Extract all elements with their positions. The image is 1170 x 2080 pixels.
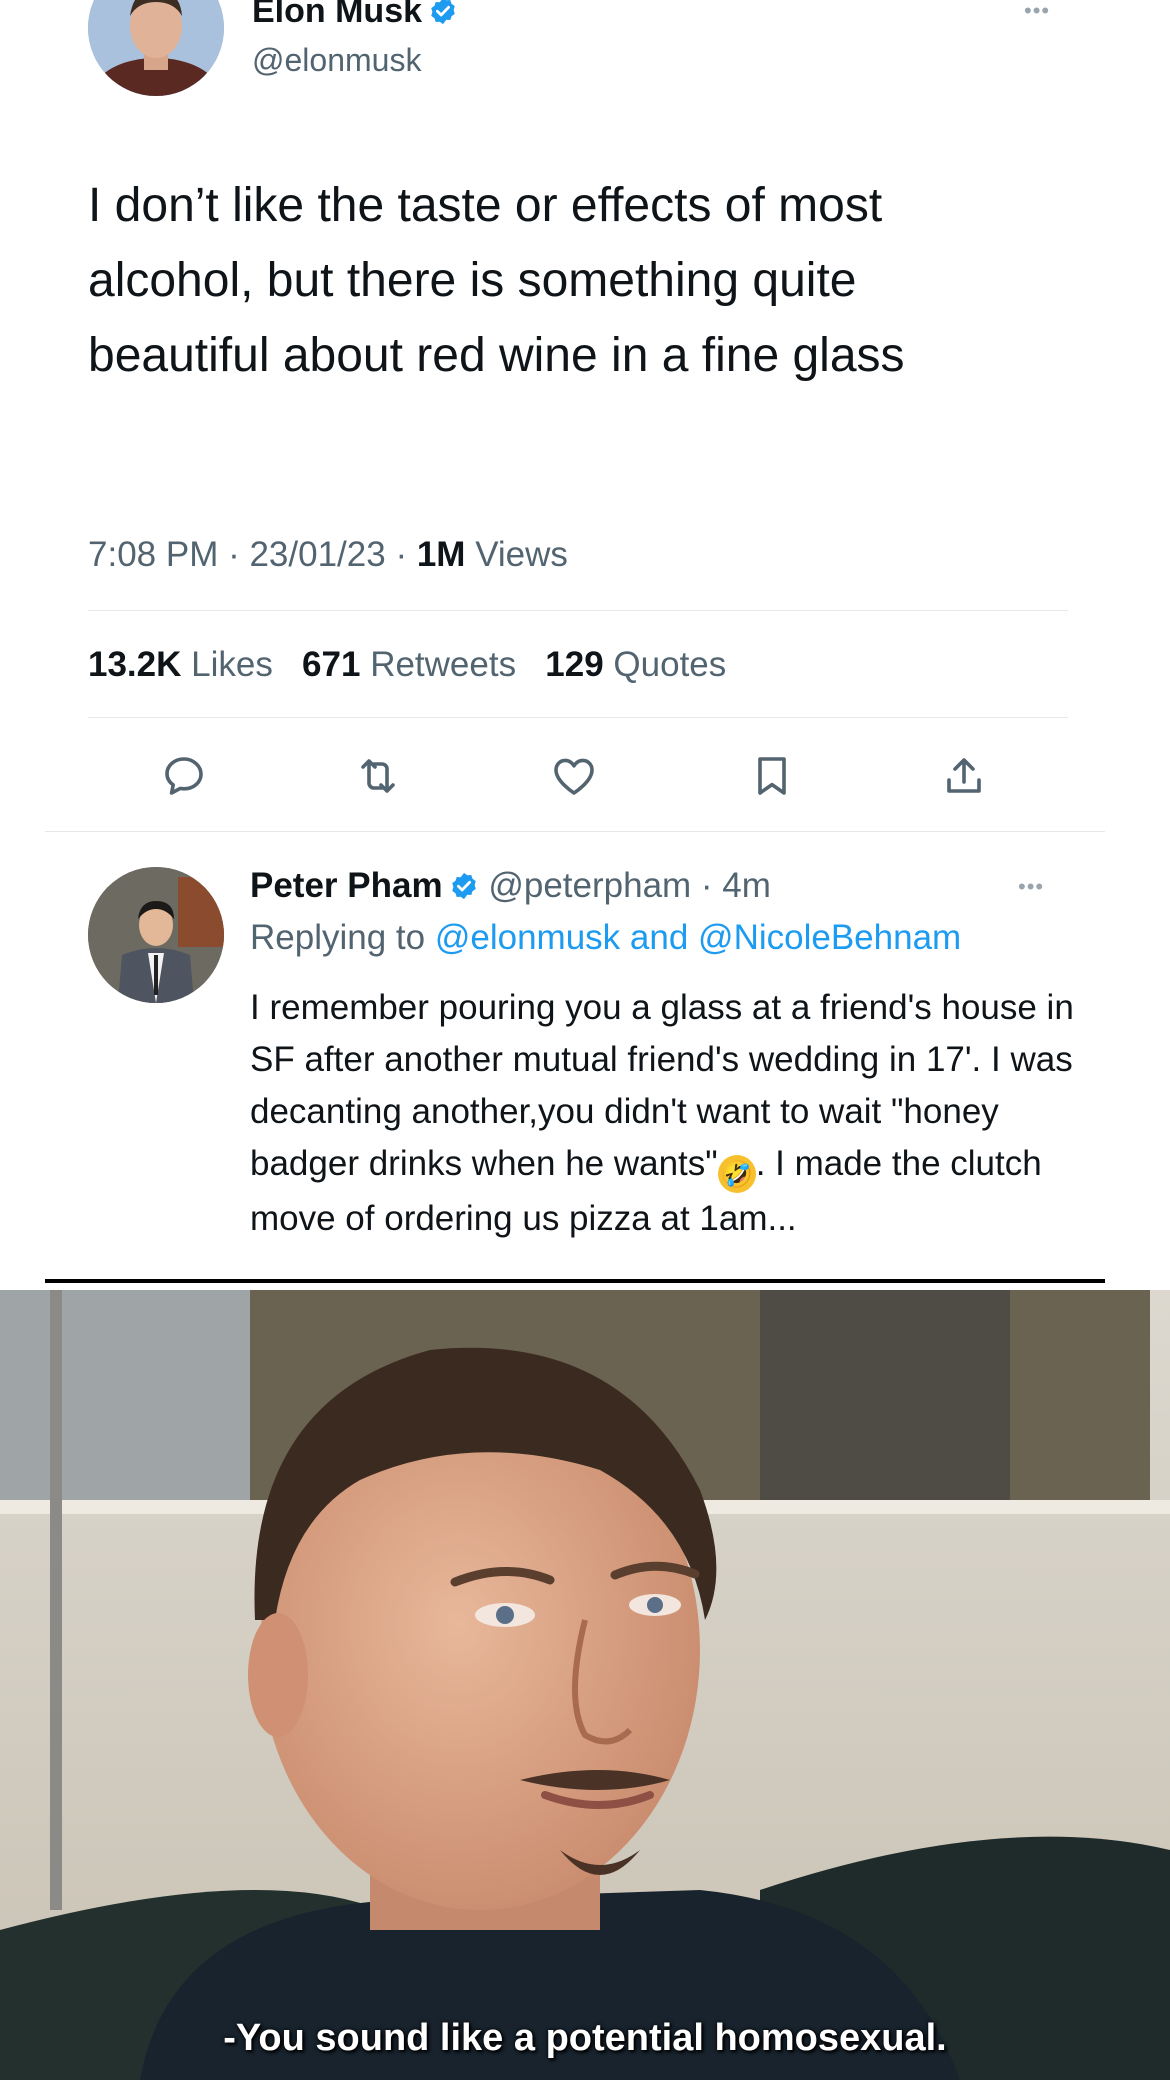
reply-header: Peter Pham @peterpham · 4m	[250, 866, 771, 905]
retweet-icon[interactable]	[354, 752, 402, 800]
likes-count: 13.2K	[88, 645, 182, 684]
author-handle[interactable]: @elonmusk	[252, 42, 421, 79]
replying-to: Replying to @elonmusk and @NicoleBehnam	[250, 918, 961, 958]
more-options-icon[interactable]: •••	[1018, 874, 1044, 900]
likes-stat[interactable]: 13.2K Likes	[88, 645, 273, 684]
retweets-label: Retweets	[370, 645, 517, 684]
mention-link[interactable]: @elonmusk	[435, 918, 620, 957]
quotes-count: 129	[545, 645, 604, 684]
reply-author-handle[interactable]: @peterpham	[488, 866, 691, 905]
peter-avatar[interactable]	[88, 867, 224, 1003]
meme-divider	[45, 1279, 1105, 1283]
tweet-meta: 7:08 PM · 23/01/23 · 1M Views	[88, 535, 568, 574]
like-icon[interactable]	[550, 752, 598, 800]
quotes-label: Quotes	[613, 645, 727, 684]
rolling-laughing-emoji-icon: 🤣	[717, 1155, 756, 1193]
meme-caption: -You sound like a potential homosexual.	[223, 2017, 947, 2059]
retweets-stat[interactable]: 671 Retweets	[302, 645, 516, 684]
reply-age: 4m	[722, 866, 771, 905]
share-icon[interactable]	[940, 752, 988, 800]
elon-avatar[interactable]	[88, 0, 224, 96]
quotes-stat[interactable]: 129 Quotes	[545, 645, 726, 684]
author-name[interactable]: Elon Musk	[252, 0, 458, 31]
likes-label: Likes	[191, 645, 273, 684]
replying-prefix: Replying to	[250, 918, 426, 957]
tweet-stats: 13.2K Likes 671 Retweets 129 Quotes	[88, 645, 726, 685]
bookmark-icon[interactable]	[748, 752, 796, 800]
retweets-count: 671	[302, 645, 361, 684]
verified-badge-icon	[451, 872, 476, 900]
meme-photo	[0, 1290, 1170, 2080]
divider	[45, 831, 1105, 832]
author-name-text: Elon Musk	[252, 0, 423, 30]
mention-conjunction: and	[629, 918, 689, 957]
tweet-time: 7:08 PM	[88, 535, 219, 574]
reply-icon[interactable]	[160, 752, 208, 800]
tweet-text: I don’t like the taste or effects of mos…	[88, 179, 905, 382]
tweet-date: 23/01/23	[249, 535, 386, 574]
views-label[interactable]: Views	[475, 535, 568, 574]
divider	[88, 717, 1068, 718]
mention-link[interactable]: @NicoleBehnam	[698, 918, 961, 957]
verified-badge-icon	[431, 0, 455, 25]
views-count: 1M	[416, 535, 466, 574]
divider	[88, 610, 1068, 611]
reply-text: I remember pouring you a glass at a frie…	[250, 982, 1100, 1245]
reply-author-name[interactable]: Peter Pham	[250, 866, 443, 905]
meme-photo-drawing	[0, 1290, 1170, 2080]
more-options-icon[interactable]: •••	[1024, 0, 1050, 24]
